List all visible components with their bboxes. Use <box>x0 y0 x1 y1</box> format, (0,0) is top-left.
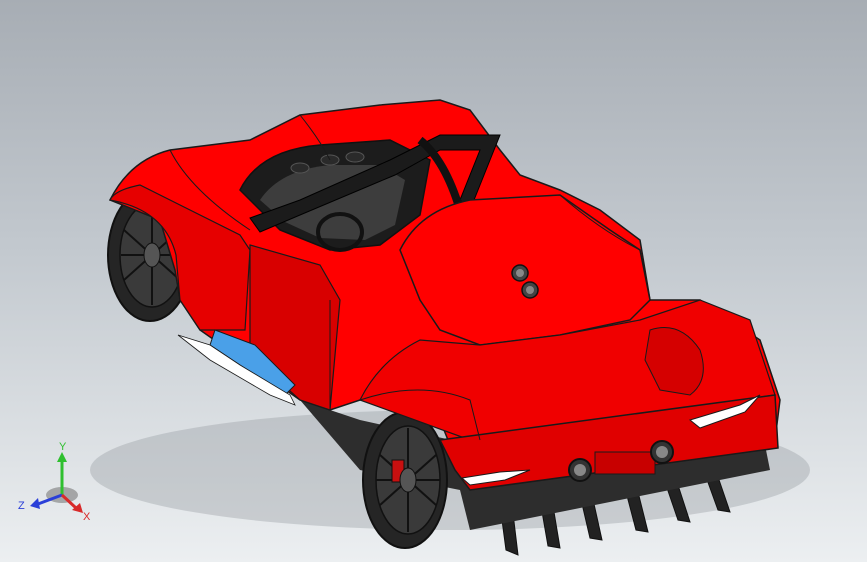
rear-left-wheel <box>362 411 448 549</box>
license-plate-area <box>594 451 656 475</box>
triad-y-label: Y <box>59 441 67 453</box>
triad-y-arrow <box>57 452 67 462</box>
orientation-triad[interactable]: Y Z X <box>10 440 100 530</box>
triad-x-label: X <box>83 511 91 523</box>
car-model-view[interactable] <box>0 0 867 562</box>
graphics-viewport[interactable]: Y Z X <box>0 0 867 562</box>
triad-z-label: Z <box>18 500 25 512</box>
triad-z-arrow <box>30 498 40 509</box>
